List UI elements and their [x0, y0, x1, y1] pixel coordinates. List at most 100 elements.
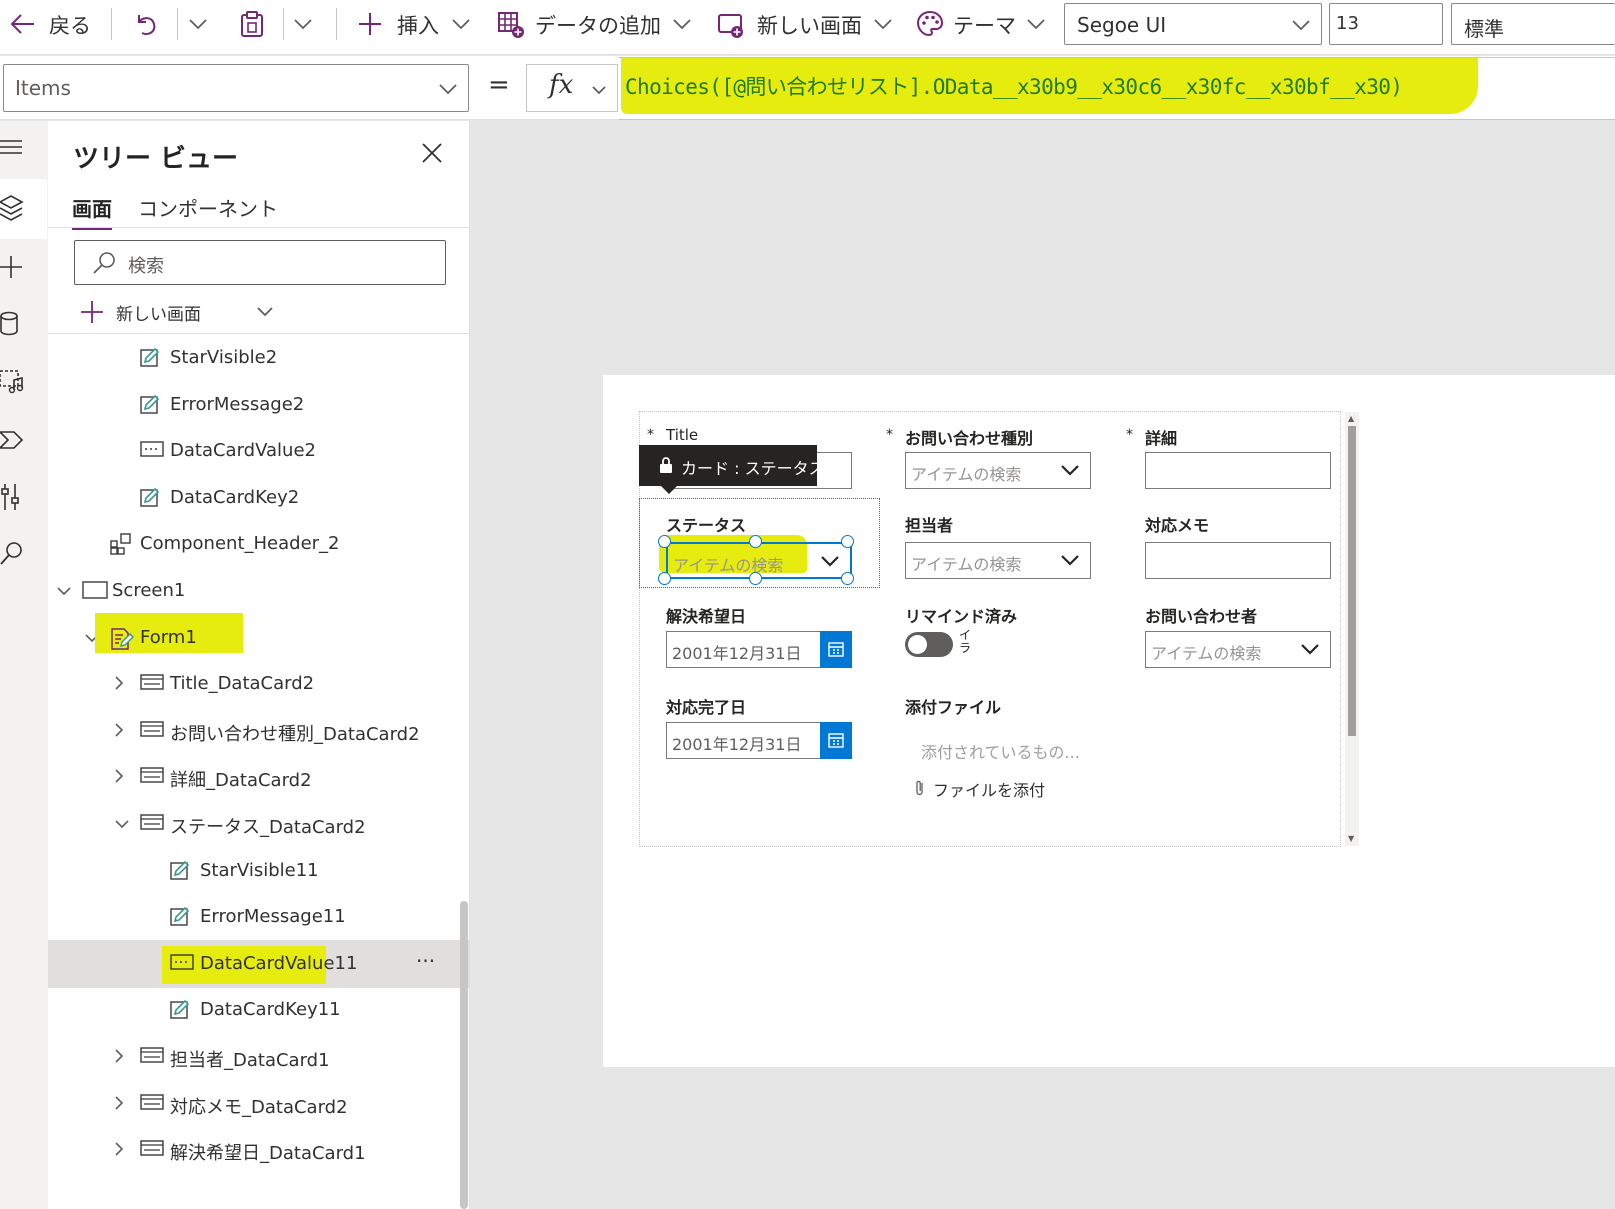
tree-item[interactable]: 対応メモ_DataCard2 — [48, 1080, 470, 1128]
tree-item-label: ErrorMessage11 — [200, 906, 346, 928]
textinput-icon — [170, 953, 194, 971]
tree-item[interactable]: StarVisible2 — [48, 334, 470, 382]
toggle-knob — [908, 635, 927, 654]
power-automate-icon[interactable] — [0, 428, 26, 452]
plus-icon[interactable] — [358, 12, 382, 36]
resize-handle[interactable] — [658, 572, 671, 585]
tree-item[interactable]: Form1 — [48, 612, 470, 662]
inquirer-dropdown[interactable]: アイテムの検索 — [1145, 631, 1331, 668]
close-icon[interactable] — [421, 142, 443, 164]
chevron-right-icon[interactable] — [114, 1048, 124, 1064]
card-icon — [140, 673, 164, 691]
assignee-dropdown[interactable]: アイテムの検索 — [905, 542, 1091, 579]
chevron-down-icon[interactable] — [56, 586, 72, 596]
fx-button[interactable]: fx — [526, 64, 618, 112]
calendar-icon[interactable] — [820, 631, 852, 668]
inquiry-type-dropdown[interactable]: アイテムの検索 — [905, 452, 1091, 489]
tree-item[interactable]: ステータス_DataCard2 — [48, 800, 470, 848]
equals-sign: = — [488, 70, 510, 100]
scroll-up-icon[interactable]: ▲ — [1348, 414, 1354, 423]
due-date-picker[interactable]: 2001年12月31日 — [666, 631, 852, 668]
font-size-input[interactable]: 13 — [1329, 3, 1443, 45]
form-icon — [110, 627, 134, 651]
memo-input[interactable] — [1145, 542, 1331, 579]
resize-handle[interactable] — [658, 535, 671, 548]
search-icon[interactable] — [0, 541, 24, 567]
font-select[interactable]: Segoe UI — [1064, 3, 1322, 45]
advanced-tools-icon[interactable] — [0, 483, 24, 511]
tree-item[interactable]: ErrorMessage11 — [48, 893, 470, 941]
scroll-down-icon[interactable]: ▼ — [1348, 834, 1354, 843]
tree-item[interactable]: 解決希望日_DataCard1 — [48, 1126, 470, 1174]
tree-item[interactable]: Component_Header_2 — [48, 520, 470, 568]
back-button[interactable]: 戻る — [49, 10, 91, 40]
completed-date-picker[interactable]: 2001年12月31日 — [666, 722, 852, 759]
font-weight-select[interactable]: 標準 — [1451, 3, 1615, 45]
tree-item[interactable]: ErrorMessage2 — [48, 381, 470, 429]
layers-icon[interactable] — [0, 195, 24, 221]
reminded-toggle[interactable] — [905, 632, 953, 657]
undo-dropdown-chevron-icon[interactable] — [188, 18, 208, 30]
paste-dropdown-chevron-icon[interactable] — [293, 18, 313, 30]
back-arrow-icon[interactable] — [10, 12, 36, 36]
media-icon[interactable] — [0, 369, 26, 395]
tree-item-label: Screen1 — [112, 580, 186, 601]
tree-item[interactable]: Screen1 — [48, 567, 470, 615]
tree-search-input[interactable]: 検索 — [74, 240, 446, 285]
tree-item[interactable]: 詳細_DataCard2 — [48, 753, 470, 801]
chevron-right-icon[interactable] — [114, 675, 124, 691]
chevron-down-icon[interactable] — [451, 18, 471, 30]
hamburger-menu-icon[interactable] — [0, 139, 24, 155]
chevron-down-icon[interactable] — [114, 819, 130, 829]
undo-icon[interactable] — [133, 11, 157, 37]
chevron-down-icon[interactable] — [873, 18, 893, 30]
tree-item[interactable]: DataCardKey11 — [48, 986, 470, 1034]
detail-input[interactable] — [1145, 452, 1331, 489]
chevron-right-icon[interactable] — [114, 722, 124, 738]
tree-item[interactable]: お問い合わせ種別_DataCard2 — [48, 707, 470, 755]
tree-item-label: StarVisible11 — [200, 859, 319, 881]
add-data-icon[interactable] — [497, 11, 525, 39]
insert-button[interactable]: 挿入 — [397, 10, 439, 40]
tab-screens[interactable]: 画面 — [72, 193, 112, 230]
app-screen[interactable]: ▲ ▼ * Title カード : ステータス ステータス アイテムの検索 解決… — [603, 375, 1615, 1067]
attachments-label: 添付ファイル — [905, 698, 1002, 717]
tree-item[interactable]: DataCardValue2 — [48, 427, 470, 475]
completed-date-value: 2001年12月31日 — [672, 735, 802, 754]
property-select[interactable]: Items — [3, 64, 469, 112]
tree-item[interactable]: DataCardValue11 ··· — [48, 939, 470, 988]
resize-handle[interactable] — [841, 572, 854, 585]
chevron-down-icon — [821, 556, 839, 567]
more-options-icon[interactable]: ··· — [416, 949, 435, 973]
resize-handle[interactable] — [749, 535, 762, 548]
form-scrollbar[interactable]: ▲ ▼ — [1345, 412, 1359, 846]
calendar-icon[interactable] — [820, 722, 852, 759]
chevron-right-icon[interactable] — [114, 1095, 124, 1111]
resize-handle[interactable] — [749, 572, 762, 585]
theme-palette-icon[interactable] — [916, 10, 944, 38]
card-icon — [140, 1139, 164, 1157]
paste-icon[interactable] — [240, 10, 264, 38]
formula-input[interactable]: Choices([@問い合わせリスト].OData__x30b9__x30c6_… — [619, 57, 1615, 120]
tree-item[interactable]: StarVisible11 — [48, 847, 470, 895]
chevron-down-icon[interactable] — [1026, 18, 1046, 30]
database-icon[interactable] — [0, 311, 24, 337]
resize-handle[interactable] — [841, 535, 854, 548]
status-placeholder: アイテムの検索 — [673, 556, 784, 575]
new-screen-icon[interactable] — [717, 12, 745, 40]
component-icon — [110, 533, 132, 556]
chevron-right-icon[interactable] — [114, 768, 124, 784]
new-screen-button[interactable]: 新しい画面 — [757, 10, 862, 40]
tree-scrollbar-thumb[interactable] — [460, 901, 468, 1209]
chevron-right-icon[interactable] — [114, 1141, 124, 1157]
theme-button[interactable]: テーマ — [953, 10, 1016, 40]
add-data-button[interactable]: データの追加 — [535, 10, 661, 40]
chevron-down-icon[interactable] — [672, 18, 692, 30]
insert-plus-icon[interactable] — [0, 255, 24, 279]
tree-item[interactable]: Title_DataCard2 — [48, 660, 470, 708]
form-scrollbar-thumb[interactable] — [1348, 426, 1356, 736]
tree-item[interactable]: 担当者_DataCard1 — [48, 1033, 470, 1081]
tree-item[interactable]: DataCardKey2 — [48, 474, 470, 522]
tab-components[interactable]: コンポーネント — [138, 193, 278, 222]
chevron-down-icon — [1301, 644, 1319, 655]
